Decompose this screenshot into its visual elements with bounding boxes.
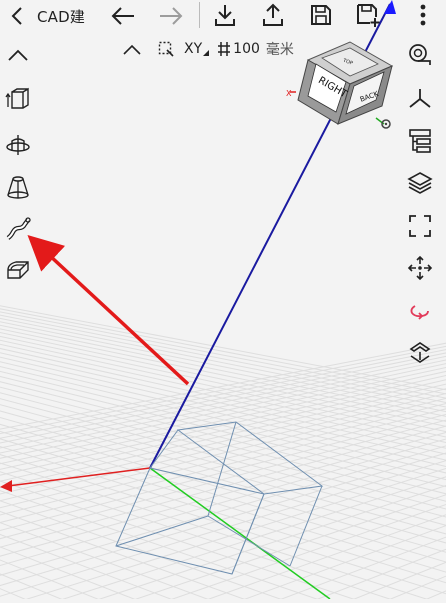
revolve-icon[interactable] (3, 130, 33, 160)
rotate-view-icon[interactable] (405, 296, 435, 326)
loft-icon[interactable] (3, 172, 33, 202)
plane-dropdown-icon[interactable] (203, 50, 210, 56)
grid-size-value[interactable]: 100 (233, 41, 260, 57)
layers-tree-icon[interactable] (405, 126, 435, 156)
sweep-icon[interactable] (3, 214, 33, 244)
top-toolbar: CAD建 (0, 0, 446, 30)
collapse-icon[interactable] (120, 42, 144, 56)
flip-icon[interactable] (405, 338, 435, 368)
back-icon[interactable] (6, 4, 28, 28)
selection-icon[interactable] (158, 41, 174, 57)
undo-icon[interactable] (108, 3, 138, 29)
export-icon[interactable] (258, 1, 288, 29)
fit-view-icon[interactable] (405, 211, 435, 241)
app-title: CAD建 (37, 8, 86, 26)
axes-icon[interactable] (405, 83, 435, 113)
redo-icon[interactable] (156, 3, 186, 29)
shell-icon[interactable] (3, 255, 33, 285)
snap-icon[interactable] (405, 40, 435, 70)
viewcube-x-label: X (286, 89, 292, 98)
work-plane-label[interactable]: XY (184, 41, 202, 57)
save-as-icon[interactable] (352, 1, 384, 29)
save-icon[interactable] (306, 1, 336, 29)
view-cube[interactable]: X RIGHT BACK TOP (280, 38, 400, 138)
move-view-icon[interactable] (405, 253, 435, 283)
collapse-left-icon[interactable] (3, 40, 33, 70)
grid-icon[interactable] (217, 41, 231, 57)
import-icon[interactable] (210, 1, 240, 29)
toolbar-divider (199, 2, 200, 28)
extrude-icon[interactable] (3, 84, 33, 114)
view-options-bar: XY 100 毫米 (120, 38, 294, 60)
menu-icon[interactable] (413, 1, 433, 29)
layers-icon[interactable] (405, 168, 435, 198)
